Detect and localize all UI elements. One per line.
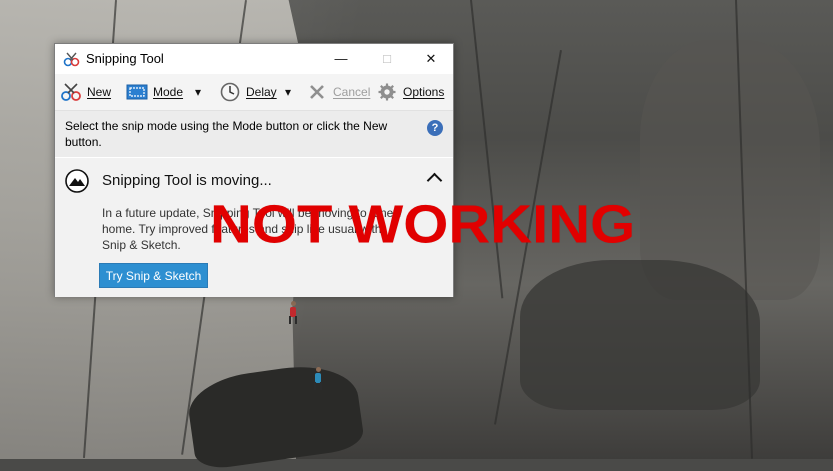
scissors-icon bbox=[63, 51, 80, 67]
title-bar[interactable]: Snipping Tool — □ ✕ bbox=[55, 44, 453, 73]
mode-label: Mode bbox=[153, 85, 184, 99]
hint-text: Select the snip mode using the Mode butt… bbox=[65, 119, 388, 149]
window-title: Snipping Tool bbox=[86, 51, 164, 66]
minimize-button[interactable]: — bbox=[318, 44, 364, 73]
maximize-button[interactable]: □ bbox=[364, 44, 410, 73]
climber-figure bbox=[313, 367, 323, 390]
clock-icon bbox=[218, 82, 242, 102]
gear-icon bbox=[375, 82, 399, 102]
delay-dropdown-button[interactable]: ▾ bbox=[285, 80, 291, 104]
mode-dropdown-button[interactable]: ▾ bbox=[195, 80, 201, 104]
snipping-tool-window: Snipping Tool — □ ✕ New Mode ▾ Delay ▾ C… bbox=[54, 43, 454, 297]
climber-legs bbox=[314, 382, 322, 390]
toolbar: New Mode ▾ Delay ▾ Cancel Options bbox=[55, 74, 453, 111]
options-label: Options bbox=[403, 85, 445, 99]
scissors-icon bbox=[59, 82, 83, 102]
new-button[interactable]: New bbox=[59, 80, 111, 104]
climber-figure bbox=[288, 301, 298, 325]
mode-icon bbox=[125, 82, 149, 102]
cancel-button[interactable]: Cancel bbox=[305, 80, 370, 104]
help-icon[interactable]: ? bbox=[427, 120, 443, 136]
not-working-overlay: NOT WORKING bbox=[210, 194, 636, 255]
rock-face bbox=[520, 260, 760, 410]
new-label: New bbox=[87, 85, 112, 99]
x-icon bbox=[305, 82, 329, 102]
climber-legs bbox=[289, 316, 297, 324]
mode-button[interactable]: Mode bbox=[125, 80, 183, 104]
options-button[interactable]: Options bbox=[375, 80, 444, 104]
climber-head bbox=[291, 301, 296, 306]
chevron-up-icon[interactable] bbox=[426, 172, 443, 189]
climber-head bbox=[316, 367, 321, 372]
delay-button[interactable]: Delay bbox=[218, 80, 277, 104]
hint-panel: Select the snip mode using the Mode butt… bbox=[55, 111, 453, 157]
close-button[interactable]: ✕ bbox=[408, 44, 454, 73]
notice-title: Snipping Tool is moving... bbox=[102, 172, 272, 189]
snip-sketch-icon bbox=[65, 169, 89, 193]
try-snip-sketch-button[interactable]: Try Snip & Sketch bbox=[99, 263, 208, 288]
delay-label: Delay bbox=[246, 85, 277, 99]
cancel-label: Cancel bbox=[333, 85, 371, 99]
